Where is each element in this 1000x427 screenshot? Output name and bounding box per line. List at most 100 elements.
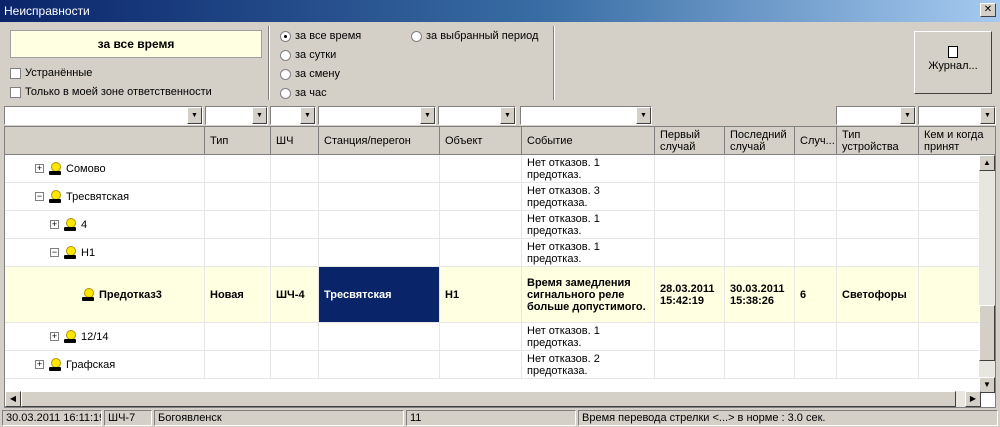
filter-combo-type[interactable]: ▼ [205,106,268,125]
object-cell [440,155,522,183]
radio-dot[interactable] [280,87,291,99]
dropdown-arrow-icon[interactable]: ▼ [252,107,267,124]
tree-cell: − Тресвятская [5,183,205,211]
dropdown-arrow-icon[interactable]: ▼ [187,107,202,124]
filter-combo-station[interactable]: ▼ [318,106,436,125]
tree-cell: Предотказ3 [5,267,205,323]
signal-node-icon [63,329,77,345]
header-accepted[interactable]: Кем и когда принят [919,127,995,155]
expand-icon[interactable]: + [50,220,59,229]
scroll-thumb[interactable] [21,391,956,407]
table-row-selected[interactable]: Предотказ3 Новая ШЧ-4 Тресвятская Н1 Вре… [5,267,981,323]
table-row[interactable]: +4 Нет отказов. 1 предотказ. [5,211,981,239]
filter-combo-accepted[interactable]: ▼ [918,106,996,125]
dropdown-arrow-icon[interactable]: ▼ [300,107,315,124]
collapse-icon[interactable]: − [50,248,59,257]
close-button[interactable]: ✕ [980,3,996,17]
scroll-right-icon[interactable]: ▶ [965,391,981,407]
first-cell [655,211,725,239]
dropdown-arrow-icon[interactable]: ▼ [980,107,995,124]
header-last[interactable]: Последний случай [725,127,795,155]
collapse-icon[interactable]: − [35,192,44,201]
header-object[interactable]: Объект [440,127,522,155]
table-row[interactable]: +12/14 Нет отказов. 1 предотказ. [5,323,981,351]
header-first[interactable]: Первый случай [655,127,725,155]
filter-panel: за все время Устранённые Только в моей з… [0,22,1000,102]
shch-cell [271,239,319,267]
document-icon [948,46,958,58]
type-cell [205,351,271,379]
status-code: 11 [406,410,576,426]
device-cell [837,323,919,351]
header-tree[interactable] [5,127,205,155]
journal-button[interactable]: Журнал... [914,31,992,94]
radio-dot[interactable] [280,30,291,42]
scroll-up-icon[interactable]: ▲ [979,155,995,171]
filter-combo-device[interactable]: ▼ [836,106,916,125]
radio-dot[interactable] [411,30,422,42]
header-device[interactable]: Тип устройства [837,127,919,155]
radio-shift[interactable]: за смену [280,68,340,80]
radio-selected-period[interactable]: за выбранный период [411,30,538,42]
station-cell: Тресвятская [319,267,440,323]
radio-day[interactable]: за сутки [280,49,336,61]
faults-grid[interactable]: Тип ШЧ Станция/перегон Объект Событие Пе… [4,126,996,408]
status-bar: 30.03.2011 16:11:19 ШЧ-7 Богоявленск 11 … [0,409,1000,427]
grid-header: Тип ШЧ Станция/перегон Объект Событие Пе… [5,127,995,155]
dropdown-arrow-icon[interactable]: ▼ [500,107,515,124]
checkbox-box[interactable] [10,86,21,98]
tree-cell: + Графская [5,351,205,379]
tree-cell: − Н1 [5,239,205,267]
radio-all-time[interactable]: за все время [280,30,361,42]
filter-combo-object[interactable]: ▼ [438,106,516,125]
header-type[interactable]: Тип [205,127,271,155]
dropdown-arrow-icon[interactable]: ▼ [420,107,435,124]
last-cell [725,211,795,239]
first-cell [655,155,725,183]
dropdown-arrow-icon[interactable]: ▼ [900,107,915,124]
event-cell: Нет отказов. 1 предотказ. [522,239,655,267]
scroll-down-icon[interactable]: ▼ [979,377,995,393]
table-row[interactable]: + Графская Нет отказов. 2 предотказа. [5,351,981,379]
header-count[interactable]: Случ... [795,127,837,155]
type-cell [205,239,271,267]
header-station[interactable]: Станция/перегон [319,127,440,155]
table-row[interactable]: − Н1 Нет отказов. 1 предотказ. [5,239,981,267]
separator [553,26,555,100]
device-cell [837,239,919,267]
radio-dot[interactable] [280,68,291,80]
table-row[interactable]: + Сомово Нет отказов. 1 предотказ. [5,155,981,183]
horizontal-scrollbar[interactable]: ◀ ▶ [5,391,981,407]
header-event[interactable]: Событие [522,127,655,155]
count-cell [795,323,837,351]
scroll-thumb[interactable] [979,305,995,361]
expand-icon[interactable]: + [50,332,59,341]
header-shch[interactable]: ШЧ [271,127,319,155]
expand-icon[interactable]: + [35,360,44,369]
checkbox-resolved[interactable]: Устранённые [10,67,92,79]
radio-dot[interactable] [280,49,291,61]
filter-combo-shch[interactable]: ▼ [270,106,316,125]
last-cell [725,239,795,267]
dropdown-arrow-icon[interactable]: ▼ [636,107,651,124]
count-cell [795,239,837,267]
vertical-scrollbar[interactable]: ▲ ▼ [979,155,995,393]
signal-node-icon [81,287,95,303]
radio-hour[interactable]: за час [280,87,327,99]
first-cell [655,183,725,211]
filter-combo-event[interactable]: ▼ [520,106,652,125]
accepted-cell [919,323,981,351]
station-cell [319,155,440,183]
checkbox-box[interactable] [10,67,21,79]
radio-label: за все время [295,30,362,42]
checkbox-my-zone[interactable]: Только в моей зоне ответственности [10,86,212,98]
filter-combo-name[interactable]: ▼ [4,106,203,125]
node-label: Тресвятская [66,190,130,203]
device-cell [837,211,919,239]
first-cell [655,239,725,267]
expand-icon[interactable]: + [35,164,44,173]
table-row[interactable]: − Тресвятская Нет отказов. 3 предотказа. [5,183,981,211]
scroll-left-icon[interactable]: ◀ [5,391,21,407]
checkbox-label: Устранённые [25,67,93,79]
object-cell [440,323,522,351]
